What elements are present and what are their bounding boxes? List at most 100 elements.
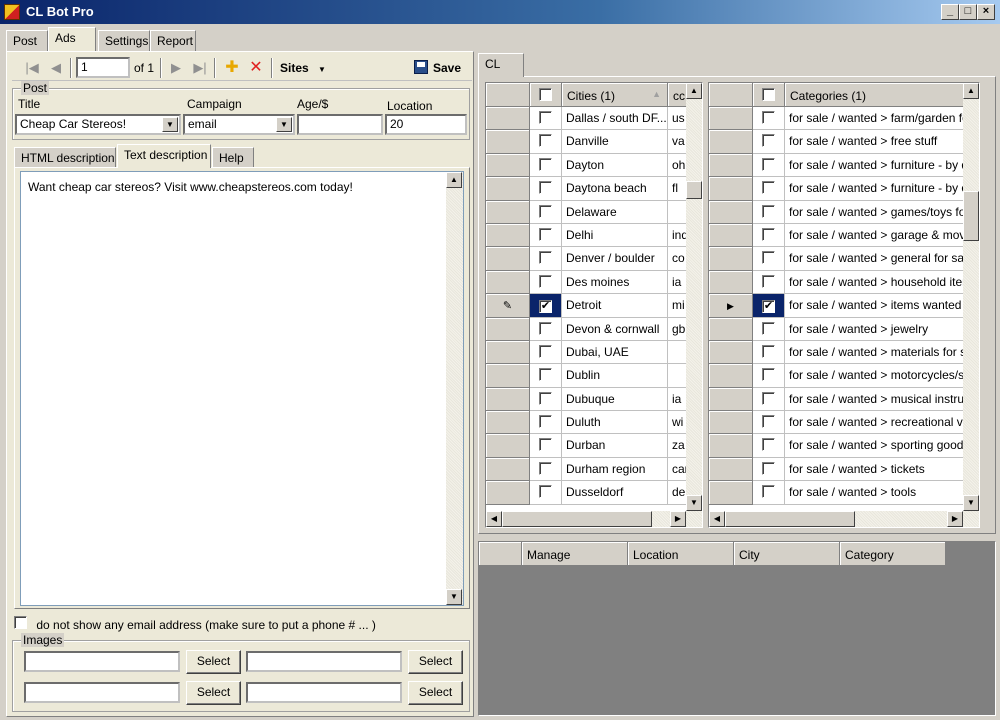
table-row[interactable]: for sale / wanted > furniture - by ov xyxy=(709,177,963,201)
table-row[interactable]: Dubai, UAE xyxy=(486,340,686,365)
categories-hscroll[interactable]: ◀ ▶ xyxy=(709,511,979,527)
row-checkbox[interactable] xyxy=(539,274,552,288)
no-email-checkbox-row[interactable]: do not show any email address (make sure… xyxy=(14,616,376,632)
row-header[interactable] xyxy=(486,411,530,435)
row-name[interactable]: for sale / wanted > materials for sal xyxy=(785,341,963,365)
cities-vscroll-thumb[interactable] xyxy=(686,181,702,199)
categories-vscroll[interactable]: ▲ ▼ xyxy=(963,83,979,511)
row-checkbox[interactable] xyxy=(762,204,775,218)
categories-hscroll-thumb[interactable] xyxy=(725,511,855,527)
tab-cl[interactable]: CL xyxy=(478,53,524,77)
row-checkbox-cell[interactable] xyxy=(753,130,785,154)
row-header[interactable] xyxy=(486,130,530,154)
table-row[interactable]: for sale / wanted > furniture - by de xyxy=(709,153,963,178)
next-record-icon[interactable]: ▶ xyxy=(166,58,186,78)
row-header[interactable] xyxy=(709,177,753,201)
row-checkbox[interactable] xyxy=(762,344,775,358)
row-name[interactable]: for sale / wanted > furniture - by de xyxy=(785,154,963,178)
row-header[interactable] xyxy=(709,270,753,295)
row-code[interactable]: us xyxy=(668,107,686,131)
select-image-button-3[interactable]: Select xyxy=(186,681,241,705)
row-checkbox[interactable] xyxy=(539,251,552,265)
row-checkbox-cell[interactable] xyxy=(753,387,785,412)
row-header[interactable] xyxy=(486,387,530,412)
close-button[interactable]: × xyxy=(977,4,995,20)
row-code[interactable]: car xyxy=(668,458,686,482)
description-scrollbar[interactable]: ▲ ▼ xyxy=(446,172,463,605)
row-checkbox[interactable] xyxy=(539,227,552,241)
row-checkbox[interactable] xyxy=(762,321,775,335)
row-checkbox-cell[interactable] xyxy=(753,340,785,365)
row-name[interactable]: for sale / wanted > motorcycles/sc xyxy=(785,364,963,388)
table-row[interactable]: Dusseldorf de xyxy=(486,481,686,505)
row-name[interactable]: Danville xyxy=(562,130,668,154)
row-code[interactable]: mi xyxy=(668,294,686,318)
tab-settings[interactable]: Settings xyxy=(98,30,150,52)
cities-select-all[interactable] xyxy=(530,83,562,107)
age-price-input[interactable] xyxy=(297,114,383,135)
row-checkbox-cell[interactable] xyxy=(753,153,785,178)
categories-vscroll-thumb[interactable] xyxy=(963,191,979,241)
title-select[interactable]: Cheap Car Stereos! ▼ xyxy=(15,114,181,135)
select-image-button-4[interactable]: Select xyxy=(408,681,463,705)
row-checkbox-cell[interactable]: ✔ xyxy=(753,294,785,318)
minimize-button[interactable]: _ xyxy=(941,4,959,20)
row-header[interactable] xyxy=(709,130,753,154)
row-name[interactable]: Detroit xyxy=(562,294,668,318)
report-header-city[interactable]: City xyxy=(734,542,840,566)
row-checkbox[interactable] xyxy=(762,415,775,429)
scroll-down-icon[interactable]: ▼ xyxy=(686,495,702,511)
row-header[interactable] xyxy=(709,481,753,505)
table-row[interactable]: for sale / wanted > tickets xyxy=(709,457,963,482)
row-name[interactable]: for sale / wanted > tickets xyxy=(785,458,963,482)
row-checkbox[interactable] xyxy=(539,181,552,195)
row-checkbox-cell[interactable] xyxy=(530,364,562,388)
row-checkbox-cell[interactable] xyxy=(530,457,562,482)
row-checkbox-cell[interactable] xyxy=(530,481,562,505)
row-checkbox-cell[interactable] xyxy=(530,107,562,131)
row-checkbox-cell[interactable] xyxy=(530,247,562,271)
row-header[interactable] xyxy=(486,457,530,482)
table-row[interactable]: for sale / wanted > tools xyxy=(709,481,963,505)
row-name[interactable]: for sale / wanted > furniture - by ov xyxy=(785,177,963,201)
row-checkbox[interactable] xyxy=(539,415,552,429)
row-header[interactable]: ▶ xyxy=(709,294,753,318)
report-header-location[interactable]: Location xyxy=(628,542,734,566)
table-row[interactable]: Des moines ia xyxy=(486,270,686,295)
row-code[interactable] xyxy=(668,201,686,224)
row-checkbox-cell[interactable] xyxy=(753,200,785,224)
row-checkbox-cell[interactable] xyxy=(530,223,562,248)
row-header[interactable] xyxy=(709,457,753,482)
row-name[interactable]: Dusseldorf xyxy=(562,481,668,505)
row-header[interactable] xyxy=(486,481,530,505)
row-name[interactable]: for sale / wanted > musical instrum xyxy=(785,388,963,412)
select-all-checkbox[interactable] xyxy=(762,88,775,101)
no-email-checkbox[interactable] xyxy=(14,616,27,629)
row-name[interactable]: Durham region xyxy=(562,457,668,482)
row-checkbox[interactable] xyxy=(539,321,552,335)
scroll-down-icon[interactable]: ▼ xyxy=(963,495,979,511)
row-checkbox[interactable] xyxy=(539,368,552,382)
first-record-icon[interactable]: |◀ xyxy=(22,58,42,78)
row-checkbox-cell[interactable] xyxy=(753,107,785,131)
row-checkbox[interactable] xyxy=(539,461,552,475)
categories-select-all[interactable] xyxy=(753,83,785,107)
row-code[interactable]: fl xyxy=(668,177,686,201)
row-checkbox[interactable] xyxy=(539,111,552,124)
row-header[interactable]: ✎ xyxy=(486,294,530,318)
table-row[interactable]: Durban za xyxy=(486,434,686,458)
row-checkbox-cell[interactable] xyxy=(753,481,785,505)
row-checkbox[interactable] xyxy=(539,438,552,452)
row-name[interactable]: for sale / wanted > jewelry xyxy=(785,318,963,341)
table-row[interactable]: for sale / wanted > motorcycles/sc xyxy=(709,364,963,388)
row-checkbox-cell[interactable] xyxy=(753,247,785,271)
prev-record-icon[interactable]: ◀ xyxy=(46,58,66,78)
row-name[interactable]: for sale / wanted > items wanted xyxy=(785,294,963,318)
table-row[interactable]: Dallas / south DF... us xyxy=(486,107,686,131)
row-name[interactable]: for sale / wanted > farm/garden for xyxy=(785,107,963,131)
row-header[interactable] xyxy=(486,153,530,178)
row-name[interactable]: for sale / wanted > sporting goods xyxy=(785,434,963,458)
row-code[interactable]: ia xyxy=(668,388,686,412)
row-header[interactable] xyxy=(486,107,530,131)
row-header[interactable] xyxy=(486,270,530,295)
